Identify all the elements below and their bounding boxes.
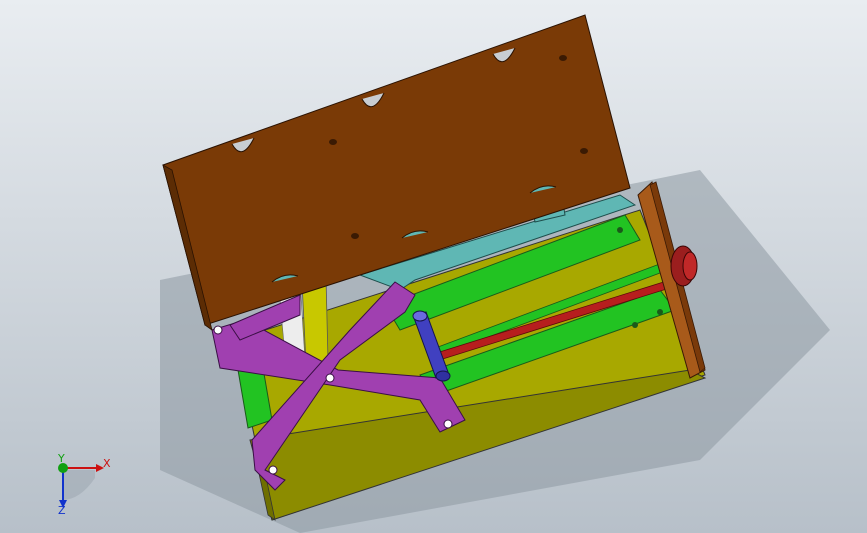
- graphics-viewport[interactable]: X Y Z: [0, 0, 867, 533]
- x-axis-label: X: [103, 457, 111, 470]
- cad-model-scene[interactable]: X Y Z: [0, 0, 867, 533]
- z-axis-label: Z: [58, 504, 66, 517]
- y-axis-label: Y: [57, 452, 65, 465]
